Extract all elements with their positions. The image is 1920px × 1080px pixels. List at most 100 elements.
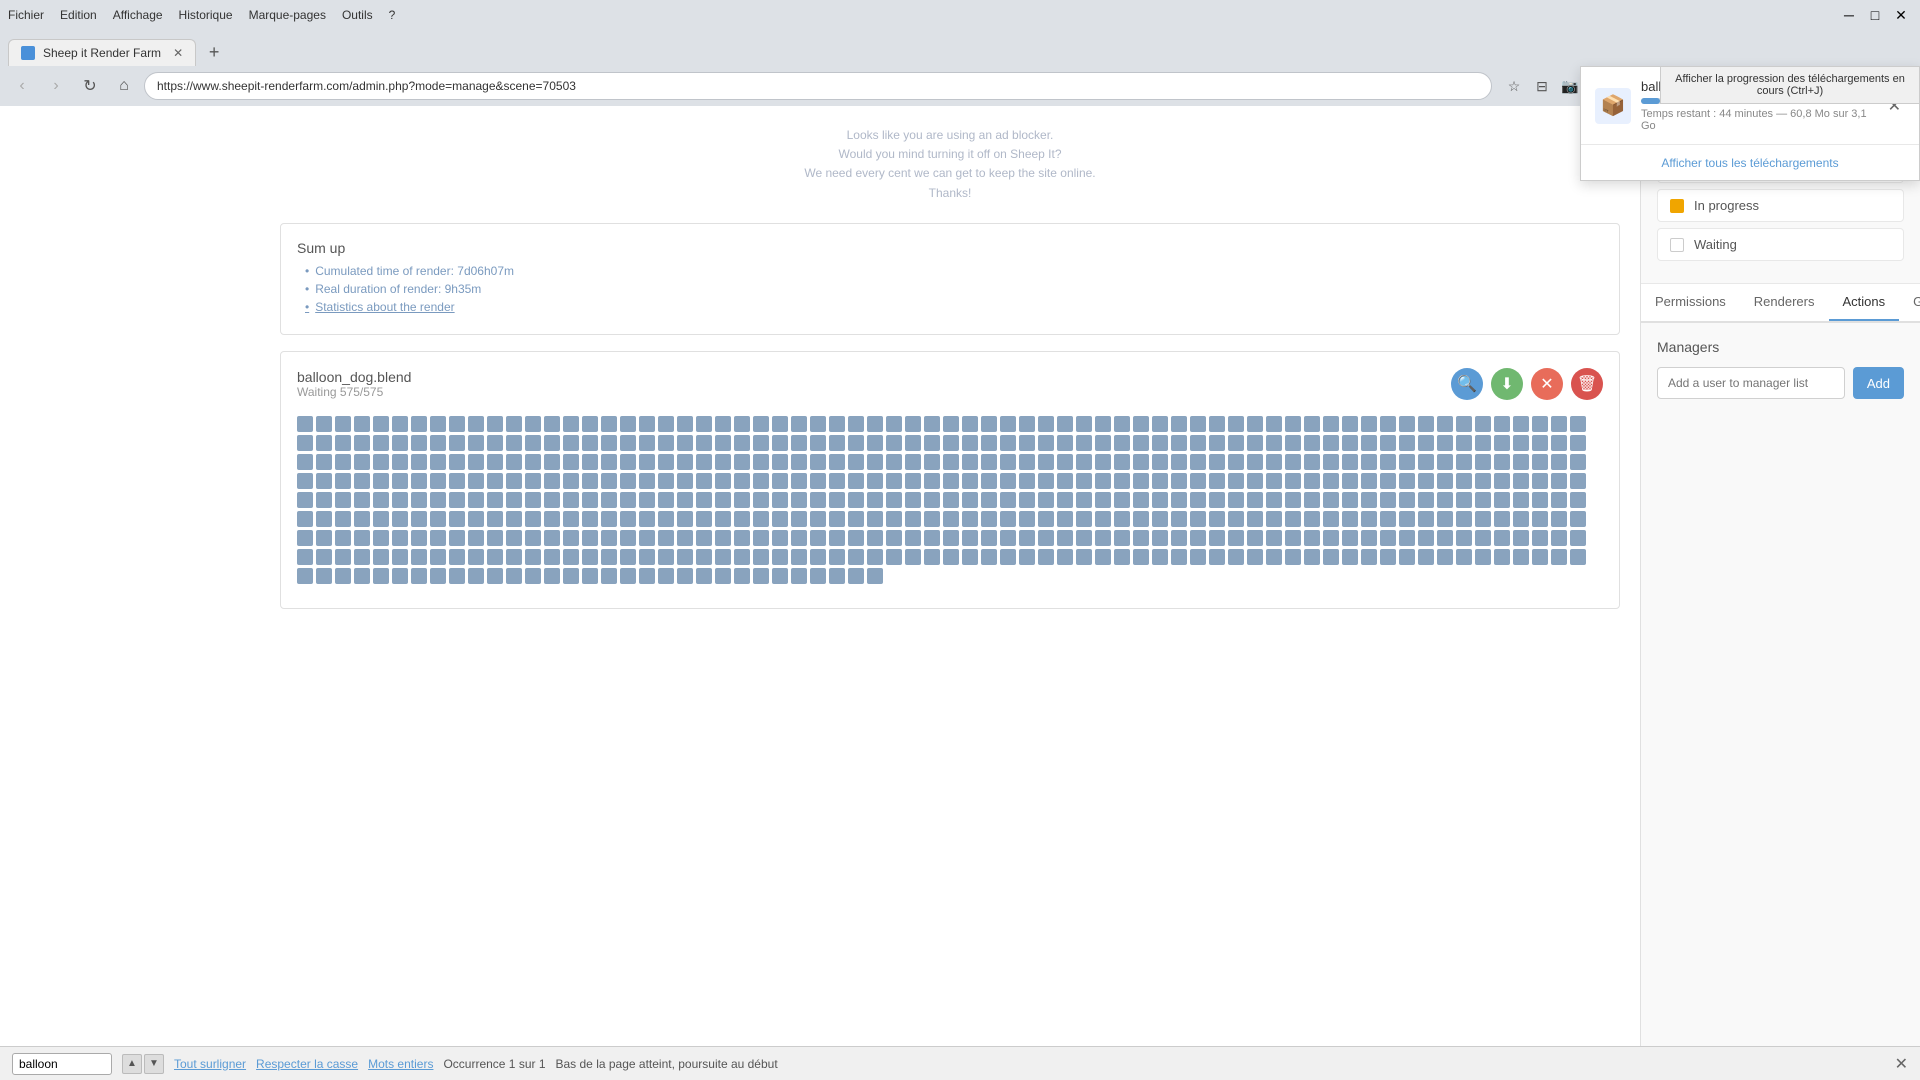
frame-cell (1456, 416, 1472, 432)
stat-link[interactable]: Statistics about the render (305, 300, 1603, 314)
tab-gallery[interactable]: Gallery (1899, 284, 1920, 321)
frame-cell (430, 492, 446, 508)
close-button[interactable]: ✕ (1890, 4, 1912, 26)
frame-cell (1551, 454, 1567, 470)
frame-cell (1418, 511, 1434, 527)
tab-close-icon[interactable]: ✕ (173, 46, 183, 60)
frame-cell (601, 492, 617, 508)
select-all-link[interactable]: Tout surligner (174, 1057, 246, 1071)
frame-cell (1418, 492, 1434, 508)
frame-cell (848, 568, 864, 584)
tab-title: Sheep it Render Farm (43, 46, 161, 60)
frame-cell (1304, 454, 1320, 470)
whole-words-link[interactable]: Mots entiers (368, 1057, 433, 1071)
legend-waiting: Waiting (1657, 228, 1904, 261)
minimize-button[interactable]: ─ (1838, 4, 1860, 26)
tab-renderers[interactable]: Renderers (1740, 284, 1829, 321)
frame-cell (810, 530, 826, 546)
frame-cell (1285, 492, 1301, 508)
frame-cell (639, 473, 655, 489)
right-panel: Legend Finished In progress Waiting Perm… (1640, 106, 1920, 1080)
frame-cell (468, 473, 484, 489)
frame-cell (468, 435, 484, 451)
maximize-button[interactable]: □ (1864, 4, 1886, 26)
forward-button[interactable]: › (42, 72, 70, 100)
menu-help[interactable]: ? (389, 8, 396, 22)
find-prev-button[interactable]: ▲ (122, 1054, 142, 1074)
frame-cell (354, 416, 370, 432)
ad-notice-line2: Would you mind turning it off on Sheep I… (280, 145, 1620, 164)
frame-cell (354, 530, 370, 546)
frame-cell (715, 530, 731, 546)
bookmark-star-icon[interactable]: ☆ (1502, 74, 1526, 98)
frame-cell (848, 473, 864, 489)
ad-notice-line4: Thanks! (280, 184, 1620, 203)
frame-cell (734, 549, 750, 565)
find-next-button[interactable]: ▼ (144, 1054, 164, 1074)
frame-cell (1361, 530, 1377, 546)
frame-cell (753, 530, 769, 546)
manager-input[interactable] (1657, 367, 1845, 399)
frame-cell (1038, 416, 1054, 432)
download-close-button[interactable]: ✕ (1884, 106, 1905, 120)
back-button[interactable]: ‹ (8, 72, 36, 100)
new-tab-button[interactable]: + (200, 38, 228, 66)
frame-cell (1190, 454, 1206, 470)
frame-cell (829, 530, 845, 546)
frame-cell (791, 530, 807, 546)
scene-download-button[interactable]: ⬇ (1491, 368, 1523, 400)
frame-cell (1570, 454, 1586, 470)
frame-cell (715, 416, 731, 432)
browser-tab[interactable]: Sheep it Render Farm ✕ (8, 39, 196, 66)
frame-cell (696, 492, 712, 508)
frame-cell (981, 454, 997, 470)
frame-cell (468, 492, 484, 508)
frame-cell (981, 492, 997, 508)
frame-cell (1114, 454, 1130, 470)
refresh-button[interactable]: ↻ (76, 72, 104, 100)
frame-cell (1228, 435, 1244, 451)
frame-cell (677, 454, 693, 470)
match-case-link[interactable]: Respecter la casse (256, 1057, 358, 1071)
bookmark-list-icon[interactable]: ⊟ (1530, 74, 1554, 98)
frame-cell (1152, 435, 1168, 451)
address-input[interactable] (144, 72, 1492, 100)
frame-cell (1380, 435, 1396, 451)
frame-cell (563, 568, 579, 584)
menu-fichier[interactable]: Fichier (8, 8, 44, 22)
frame-cell (620, 549, 636, 565)
menu-affichage[interactable]: Affichage (113, 8, 163, 22)
frame-cell (810, 473, 826, 489)
show-all-downloads-link[interactable]: Afficher tous les téléchargements (1661, 156, 1838, 170)
frame-cell (1209, 416, 1225, 432)
screenshot-icon[interactable]: 📷 (1558, 74, 1582, 98)
frame-cell (772, 549, 788, 565)
find-close-button[interactable]: ✕ (1895, 1054, 1908, 1074)
frame-cell (1266, 416, 1282, 432)
frame-cell (639, 492, 655, 508)
find-input[interactable] (12, 1053, 112, 1075)
tab-permissions[interactable]: Permissions (1641, 284, 1740, 321)
frame-cell (1323, 416, 1339, 432)
home-button[interactable]: ⌂ (110, 72, 138, 100)
menu-marque-pages[interactable]: Marque-pages (249, 8, 326, 22)
frame-cell (886, 549, 902, 565)
menu-outils[interactable]: Outils (342, 8, 373, 22)
scene-cancel-button[interactable]: ✕ (1531, 368, 1563, 400)
download-file-icon: 📦 (1595, 106, 1631, 124)
frame-cell (867, 549, 883, 565)
frame-cell (487, 511, 503, 527)
menu-historique[interactable]: Historique (179, 8, 233, 22)
find-bar: ▲ ▼ Tout surligner Respecter la casse Mo… (0, 1046, 1920, 1080)
scene-search-button[interactable]: 🔍 (1451, 368, 1483, 400)
window-controls: ─ □ ✕ (1838, 4, 1912, 26)
frame-cell (753, 473, 769, 489)
frame-cell (886, 492, 902, 508)
tab-actions[interactable]: Actions (1829, 284, 1900, 321)
add-manager-button[interactable]: Add (1853, 367, 1904, 399)
frame-cell (506, 568, 522, 584)
scene-delete-button[interactable]: 🗑 (1571, 368, 1603, 400)
frame-cell (1285, 511, 1301, 527)
frame-cell (1532, 454, 1548, 470)
menu-edition[interactable]: Edition (60, 8, 97, 22)
